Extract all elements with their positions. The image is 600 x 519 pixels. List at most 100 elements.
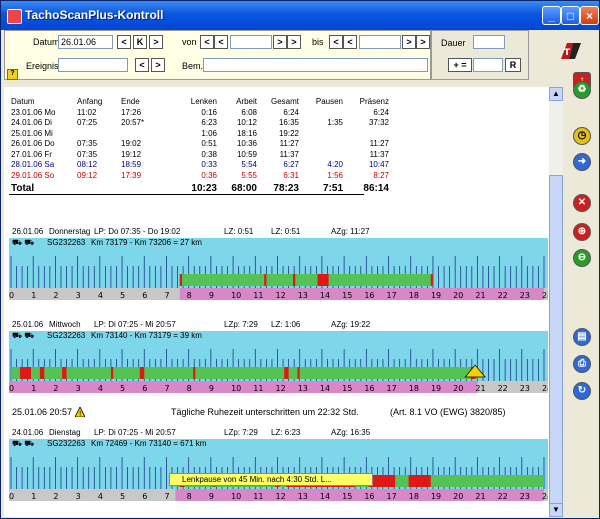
hour-label: 0 [9, 384, 14, 393]
von-prev-button[interactable]: < [200, 35, 214, 49]
hour-label: 19 [431, 384, 441, 393]
bis-next-button[interactable]: > [402, 35, 416, 49]
hour-label: 23 [520, 492, 530, 501]
hour-label: 7 [164, 291, 169, 300]
day-header-lz2: LZ: 1:06 [271, 320, 301, 329]
ereignis-prev-button[interactable]: < [135, 58, 149, 72]
scroll-thumb[interactable] [549, 175, 563, 505]
vehicle-id: SG232263 [47, 439, 86, 448]
hour-label: 23 [520, 384, 530, 393]
hour-label: 17 [387, 384, 397, 393]
truck-icon: ⛟ ⛟ [12, 331, 35, 340]
summary-cell: 07:35 [77, 149, 98, 159]
r-button[interactable]: R [505, 58, 521, 72]
vehicle-id: SG232263 [47, 331, 86, 340]
bis-next2-button[interactable]: > [416, 35, 430, 49]
hour-label: 16 [364, 492, 374, 501]
summary-cell: 11:27 [279, 139, 299, 148]
datum-next-button[interactable]: > [149, 35, 163, 49]
refresh-icon[interactable]: ↻ [573, 382, 591, 400]
day-header-lz2: LZ: 6:23 [271, 428, 301, 437]
hour-label: 14 [320, 492, 330, 501]
summary-cell: 10:47 [368, 160, 389, 169]
summary-row[interactable]: 27.01.06 Fr 07:35 19:12 0:38 10:59 11:37 11:37 [9, 150, 391, 161]
summary-row[interactable]: 24.01.06 Di 07:25 20:57* 6:23 10:12 16:35 1:35… [9, 118, 391, 129]
print-icon[interactable]: ⎙ [573, 355, 591, 373]
day-header-date: 24.01.06 [12, 428, 44, 437]
maximize-button[interactable]: □ [561, 6, 580, 25]
von-next2-button[interactable]: > [287, 35, 301, 49]
bis-prev2-button[interactable]: < [343, 35, 357, 49]
close-button[interactable]: × [580, 6, 599, 25]
hour-label: 19 [431, 291, 441, 300]
day-header: 24.01.06 LP: Di 07:25 - Mi 20:57 LZp: 7:29… [9, 427, 548, 438]
hour-label: 20 [453, 492, 463, 501]
zoom-out-icon[interactable]: ⊖ [573, 249, 591, 267]
summary-cell: 6:23 [201, 118, 217, 127]
clock-icon[interactable]: ◷ [573, 127, 591, 145]
recycle-icon[interactable]: ♻ [573, 81, 591, 99]
truck-icon: ⛟ ⛟ [12, 439, 35, 448]
summary-cell: 07:35 [77, 139, 98, 148]
scroll-down-button[interactable]: ▼ [549, 503, 563, 517]
summary-cell: 10:59 [236, 149, 257, 159]
delete-icon[interactable]: ✕ [573, 194, 591, 212]
driving-segment [179, 274, 183, 286]
driving-segment [62, 367, 67, 379]
total-separator [9, 194, 364, 195]
von-prev2-button[interactable]: < [214, 35, 228, 49]
hour-label: 2 [53, 291, 58, 300]
summary-row[interactable]: 29.01.06 So 09:12 17:39 0:36 5:55 6:31 1:56 8:2… [9, 171, 391, 182]
summary-row[interactable]: 25.01.06 Mi 1:06 18:16 19:22 [9, 129, 391, 140]
driving-segment [408, 475, 431, 487]
summary-cell [301, 129, 345, 140]
bis-input[interactable] [359, 35, 401, 49]
summary-cell: 19:02 [121, 139, 142, 148]
von-input[interactable] [230, 35, 272, 49]
vertical-scrollbar[interactable]: ▲ ▼ [549, 87, 563, 517]
scroll-up-button[interactable]: ▲ [549, 87, 563, 101]
hour-label: 1 [31, 291, 36, 300]
hour-label: 1 [31, 384, 36, 393]
warning-icon: ! [74, 406, 86, 420]
summary-cell: 28.01.06 Sa [11, 160, 55, 169]
ereignis-input[interactable] [58, 58, 128, 72]
svg-text:T: T [564, 48, 571, 58]
summary-cell: 19:12 [121, 149, 142, 159]
window-title: TachoScanPlus-Kontroll [25, 8, 164, 22]
dauer-input[interactable] [473, 35, 505, 49]
summary-cell: 25.01.06 Mi [11, 128, 53, 138]
hour-label: 0 [9, 492, 14, 501]
plus-button[interactable]: + = [448, 58, 472, 72]
key-icon: ? [7, 69, 18, 80]
dauer-label: Dauer [441, 38, 466, 48]
minimize-button[interactable]: _ [542, 6, 561, 25]
summary-cell: 07:25 [77, 118, 98, 127]
filter-form: Datum 26.01.06 < K > von < < > > bis < <… [4, 30, 431, 80]
dauer-result-input[interactable] [473, 58, 503, 72]
bis-prev-button[interactable]: < [329, 35, 343, 49]
summary-header-row[interactable]: Datum Anfang Ende Lenken Arbeit Gesamt Pausen P… [9, 97, 391, 108]
hour-label: 16 [364, 291, 374, 300]
summary-row[interactable]: 23.01.06 Mo 11:02 17:26 0:16 6:08 6:24 6:24 [9, 108, 391, 119]
forward-icon[interactable]: ➜ [573, 153, 591, 171]
ereignis-next-button[interactable]: > [151, 58, 165, 72]
archive-icon[interactable]: ▤ [573, 328, 591, 346]
summary-row[interactable]: 28.01.06 Sa 08:12 18:59 0:33 5:54 6:27 4:20 10:… [9, 160, 391, 171]
bem-input[interactable] [203, 58, 428, 72]
summary-cell: Datum [11, 97, 35, 106]
von-next-button[interactable]: > [273, 35, 287, 49]
zoom-in-icon[interactable]: ⊕ [573, 223, 591, 241]
hour-label: 18 [409, 492, 419, 501]
datum-k-button[interactable]: K [133, 35, 147, 49]
summary-row[interactable]: 26.01.06 Do 07:35 19:02 0:51 10:36 11:27 11:27 [9, 139, 391, 150]
summary-cell: 17:39 [121, 170, 142, 180]
driving-segment [39, 367, 45, 379]
datum-prev-button[interactable]: < [117, 35, 131, 49]
summary-cell: Anfang [77, 97, 103, 106]
hour-label: 2 [53, 492, 58, 501]
hour-label: 22 [498, 291, 508, 300]
datum-input[interactable]: 26.01.06 [58, 35, 113, 49]
hour-label: 18 [409, 384, 419, 393]
hour-label: 4 [98, 492, 103, 501]
